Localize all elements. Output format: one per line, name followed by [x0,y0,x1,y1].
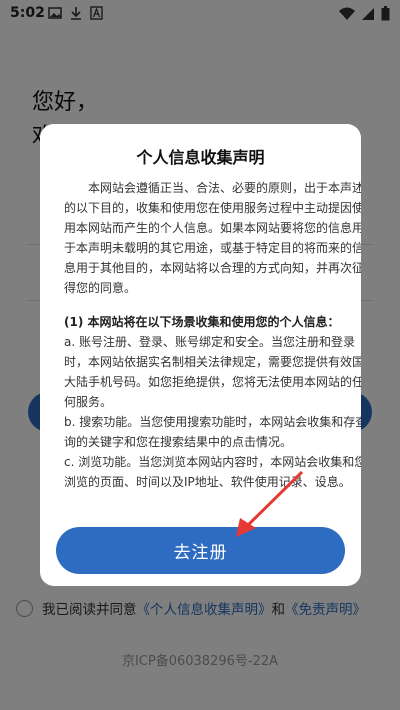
dialog-item: b. 搜索功能。当您使用搜索功能时，本网站会收集和存查询的关键字和您在搜索结果中… [64,415,361,449]
dialog-intro: 本网站会遵循正当、合法、必要的原则，出于本声述的以下目的，收集和使用您在使用服务… [64,181,361,295]
dialog-body[interactable]: 本网站会遵循正当、合法、必要的原则，出于本声述的以下目的，收集和使用您在使用服务… [64,178,361,530]
dialog-section-title: (1) 本网站将在以下场景收集和使用您的个人信息： [64,315,340,329]
dialog-item: c. 浏览功能。当您浏览本网站内容时，本网站会收集和您浏览的页面、时间以及IP地… [64,455,361,489]
privacy-dialog: 个人信息收集声明 本网站会遵循正当、合法、必要的原则，出于本声述的以下目的，收集… [40,124,361,586]
dialog-item: a. 账号注册、登录、账号绑定和安全。当您注册和登录时，本网站依据实名制相关法律… [64,335,361,409]
go-register-button[interactable]: 去注册 [56,527,345,574]
dialog-title: 个人信息收集声明 [136,148,265,167]
